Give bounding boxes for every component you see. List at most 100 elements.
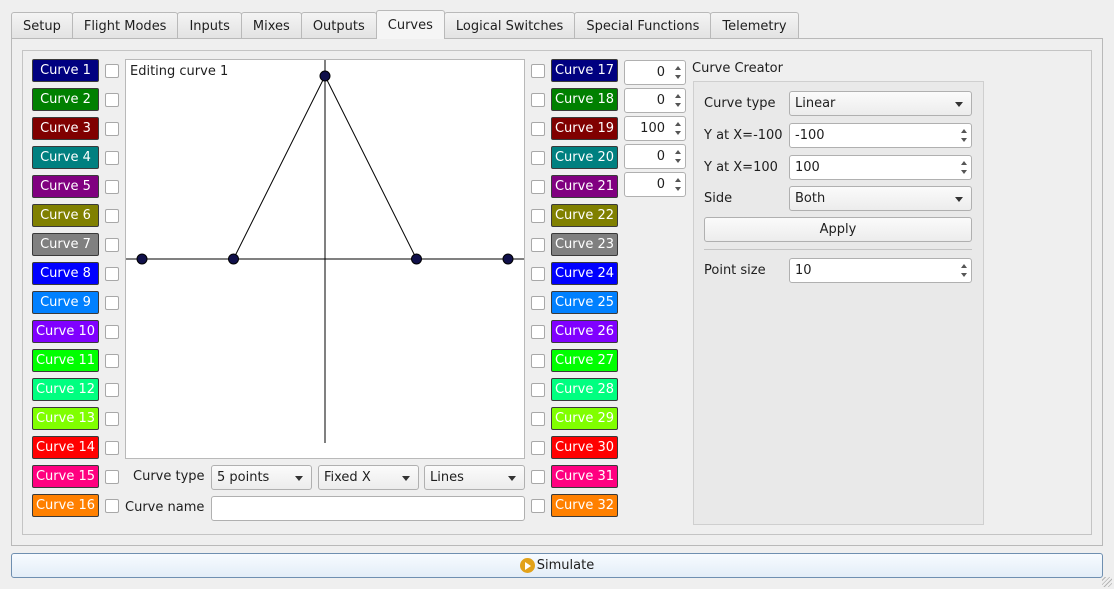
curve-button[interactable]: Curve 16 bbox=[32, 494, 99, 517]
curve-button[interactable]: Curve 22 bbox=[551, 204, 618, 227]
curve-checkbox[interactable] bbox=[531, 180, 545, 194]
point-y-spinbox[interactable]: 100 bbox=[624, 116, 686, 141]
curve-button[interactable]: Curve 1 bbox=[32, 59, 99, 82]
curve-name-input[interactable] bbox=[211, 496, 525, 521]
curve-button[interactable]: Curve 4 bbox=[32, 146, 99, 169]
curve-checkbox[interactable] bbox=[531, 296, 545, 310]
curve-plot[interactable]: Editing curve 1 bbox=[125, 59, 525, 459]
curve-button[interactable]: Curve 18 bbox=[551, 88, 618, 111]
side-select[interactable]: Both bbox=[789, 186, 972, 211]
curve-button[interactable]: Curve 19 bbox=[551, 117, 618, 140]
tab-logical-switches[interactable]: Logical Switches bbox=[443, 12, 576, 39]
spin-arrows-icon[interactable] bbox=[958, 156, 971, 179]
curve-checkbox[interactable] bbox=[105, 180, 119, 194]
curve-checkbox[interactable] bbox=[531, 93, 545, 107]
curve-checkbox[interactable] bbox=[531, 209, 545, 223]
curve-button[interactable]: Curve 24 bbox=[551, 262, 618, 285]
spin-arrows-icon[interactable] bbox=[672, 117, 685, 140]
curve-button[interactable]: Curve 27 bbox=[551, 349, 618, 372]
curve-checkbox[interactable] bbox=[531, 499, 545, 513]
spin-arrows-icon[interactable] bbox=[958, 259, 971, 282]
curve-point[interactable] bbox=[319, 70, 331, 82]
curve-button[interactable]: Curve 23 bbox=[551, 233, 618, 256]
curve-checkbox[interactable] bbox=[531, 441, 545, 455]
curve-checkbox[interactable] bbox=[531, 354, 545, 368]
curve-point[interactable] bbox=[411, 253, 422, 265]
point-size-spinbox[interactable]: 10 bbox=[789, 258, 972, 283]
curve-checkbox[interactable] bbox=[531, 267, 545, 281]
spin-arrows-icon[interactable] bbox=[672, 145, 685, 168]
curve-button[interactable]: Curve 6 bbox=[32, 204, 99, 227]
curve-button[interactable]: Curve 30 bbox=[551, 436, 618, 459]
curve-button[interactable]: Curve 20 bbox=[551, 146, 618, 169]
curve-checkbox[interactable] bbox=[531, 122, 545, 136]
creator-curve-type-select[interactable]: Linear bbox=[789, 91, 972, 116]
curve-checkbox[interactable] bbox=[105, 296, 119, 310]
curve-button[interactable]: Curve 11 bbox=[32, 349, 99, 372]
point-y-spinbox[interactable]: 0 bbox=[624, 172, 686, 197]
spin-arrows-icon[interactable] bbox=[672, 61, 685, 84]
curve-checkbox[interactable] bbox=[531, 412, 545, 426]
curve-checkbox[interactable] bbox=[105, 412, 119, 426]
curve-checkbox[interactable] bbox=[105, 238, 119, 252]
curve-button[interactable]: Curve 17 bbox=[551, 59, 618, 82]
curve-checkbox[interactable] bbox=[105, 151, 119, 165]
curve-button[interactable]: Curve 29 bbox=[551, 407, 618, 430]
curve-checkbox[interactable] bbox=[105, 441, 119, 455]
tab-special-functions[interactable]: Special Functions bbox=[574, 12, 712, 39]
curve-button[interactable]: Curve 15 bbox=[32, 465, 99, 488]
curve-button[interactable]: Curve 7 bbox=[32, 233, 99, 256]
tab-mixes[interactable]: Mixes bbox=[240, 12, 302, 39]
curve-checkbox[interactable] bbox=[105, 64, 119, 78]
point-y-spinbox[interactable]: 0 bbox=[624, 88, 686, 113]
curve-button[interactable]: Curve 2 bbox=[32, 88, 99, 111]
curve-point[interactable] bbox=[228, 253, 239, 265]
tab-telemetry[interactable]: Telemetry bbox=[710, 12, 799, 39]
curve-checkbox[interactable] bbox=[105, 122, 119, 136]
curve-checkbox[interactable] bbox=[105, 267, 119, 281]
curve-button[interactable]: Curve 5 bbox=[32, 175, 99, 198]
curve-button[interactable]: Curve 14 bbox=[32, 436, 99, 459]
spin-arrows-icon[interactable] bbox=[958, 124, 971, 147]
curve-button[interactable]: Curve 25 bbox=[551, 291, 618, 314]
apply-button[interactable]: Apply bbox=[704, 217, 972, 242]
resize-grip-icon[interactable] bbox=[1102, 577, 1112, 587]
curve-button[interactable]: Curve 3 bbox=[32, 117, 99, 140]
curve-button[interactable]: Curve 13 bbox=[32, 407, 99, 430]
curve-checkbox[interactable] bbox=[531, 325, 545, 339]
curve-checkbox[interactable] bbox=[531, 151, 545, 165]
draw-mode-select[interactable]: Lines bbox=[424, 465, 525, 490]
curve-checkbox[interactable] bbox=[105, 93, 119, 107]
curve-button[interactable]: Curve 9 bbox=[32, 291, 99, 314]
tab-setup[interactable]: Setup bbox=[11, 12, 73, 39]
curve-checkbox[interactable] bbox=[531, 470, 545, 484]
tab-flight-modes[interactable]: Flight Modes bbox=[71, 12, 179, 39]
curve-checkbox[interactable] bbox=[531, 238, 545, 252]
curve-checkbox[interactable] bbox=[531, 383, 545, 397]
curve-checkbox[interactable] bbox=[105, 470, 119, 484]
y-min-spinbox[interactable]: -100 bbox=[789, 123, 972, 148]
point-y-spinbox[interactable]: 0 bbox=[624, 144, 686, 169]
tab-outputs[interactable]: Outputs bbox=[300, 12, 377, 39]
curve-checkbox[interactable] bbox=[105, 383, 119, 397]
curve-button[interactable]: Curve 21 bbox=[551, 175, 618, 198]
curve-button[interactable]: Curve 26 bbox=[551, 320, 618, 343]
y-max-spinbox[interactable]: 100 bbox=[789, 155, 972, 180]
curve-type-select[interactable]: 5 points bbox=[211, 465, 312, 490]
curve-button[interactable]: Curve 10 bbox=[32, 320, 99, 343]
x-mode-select[interactable]: Fixed X bbox=[318, 465, 419, 490]
simulate-button[interactable]: Simulate bbox=[11, 553, 1103, 578]
curve-button[interactable]: Curve 8 bbox=[32, 262, 99, 285]
curve-button[interactable]: Curve 32 bbox=[551, 494, 618, 517]
curve-checkbox[interactable] bbox=[531, 64, 545, 78]
curve-checkbox[interactable] bbox=[105, 354, 119, 368]
tab-inputs[interactable]: Inputs bbox=[177, 12, 242, 39]
curve-button[interactable]: Curve 12 bbox=[32, 378, 99, 401]
curve-button[interactable]: Curve 31 bbox=[551, 465, 618, 488]
curve-checkbox[interactable] bbox=[105, 325, 119, 339]
curve-point[interactable] bbox=[136, 253, 148, 265]
curve-point[interactable] bbox=[502, 253, 514, 265]
curve-button[interactable]: Curve 28 bbox=[551, 378, 618, 401]
point-y-spinbox[interactable]: 0 bbox=[624, 60, 686, 85]
curve-checkbox[interactable] bbox=[105, 209, 119, 223]
